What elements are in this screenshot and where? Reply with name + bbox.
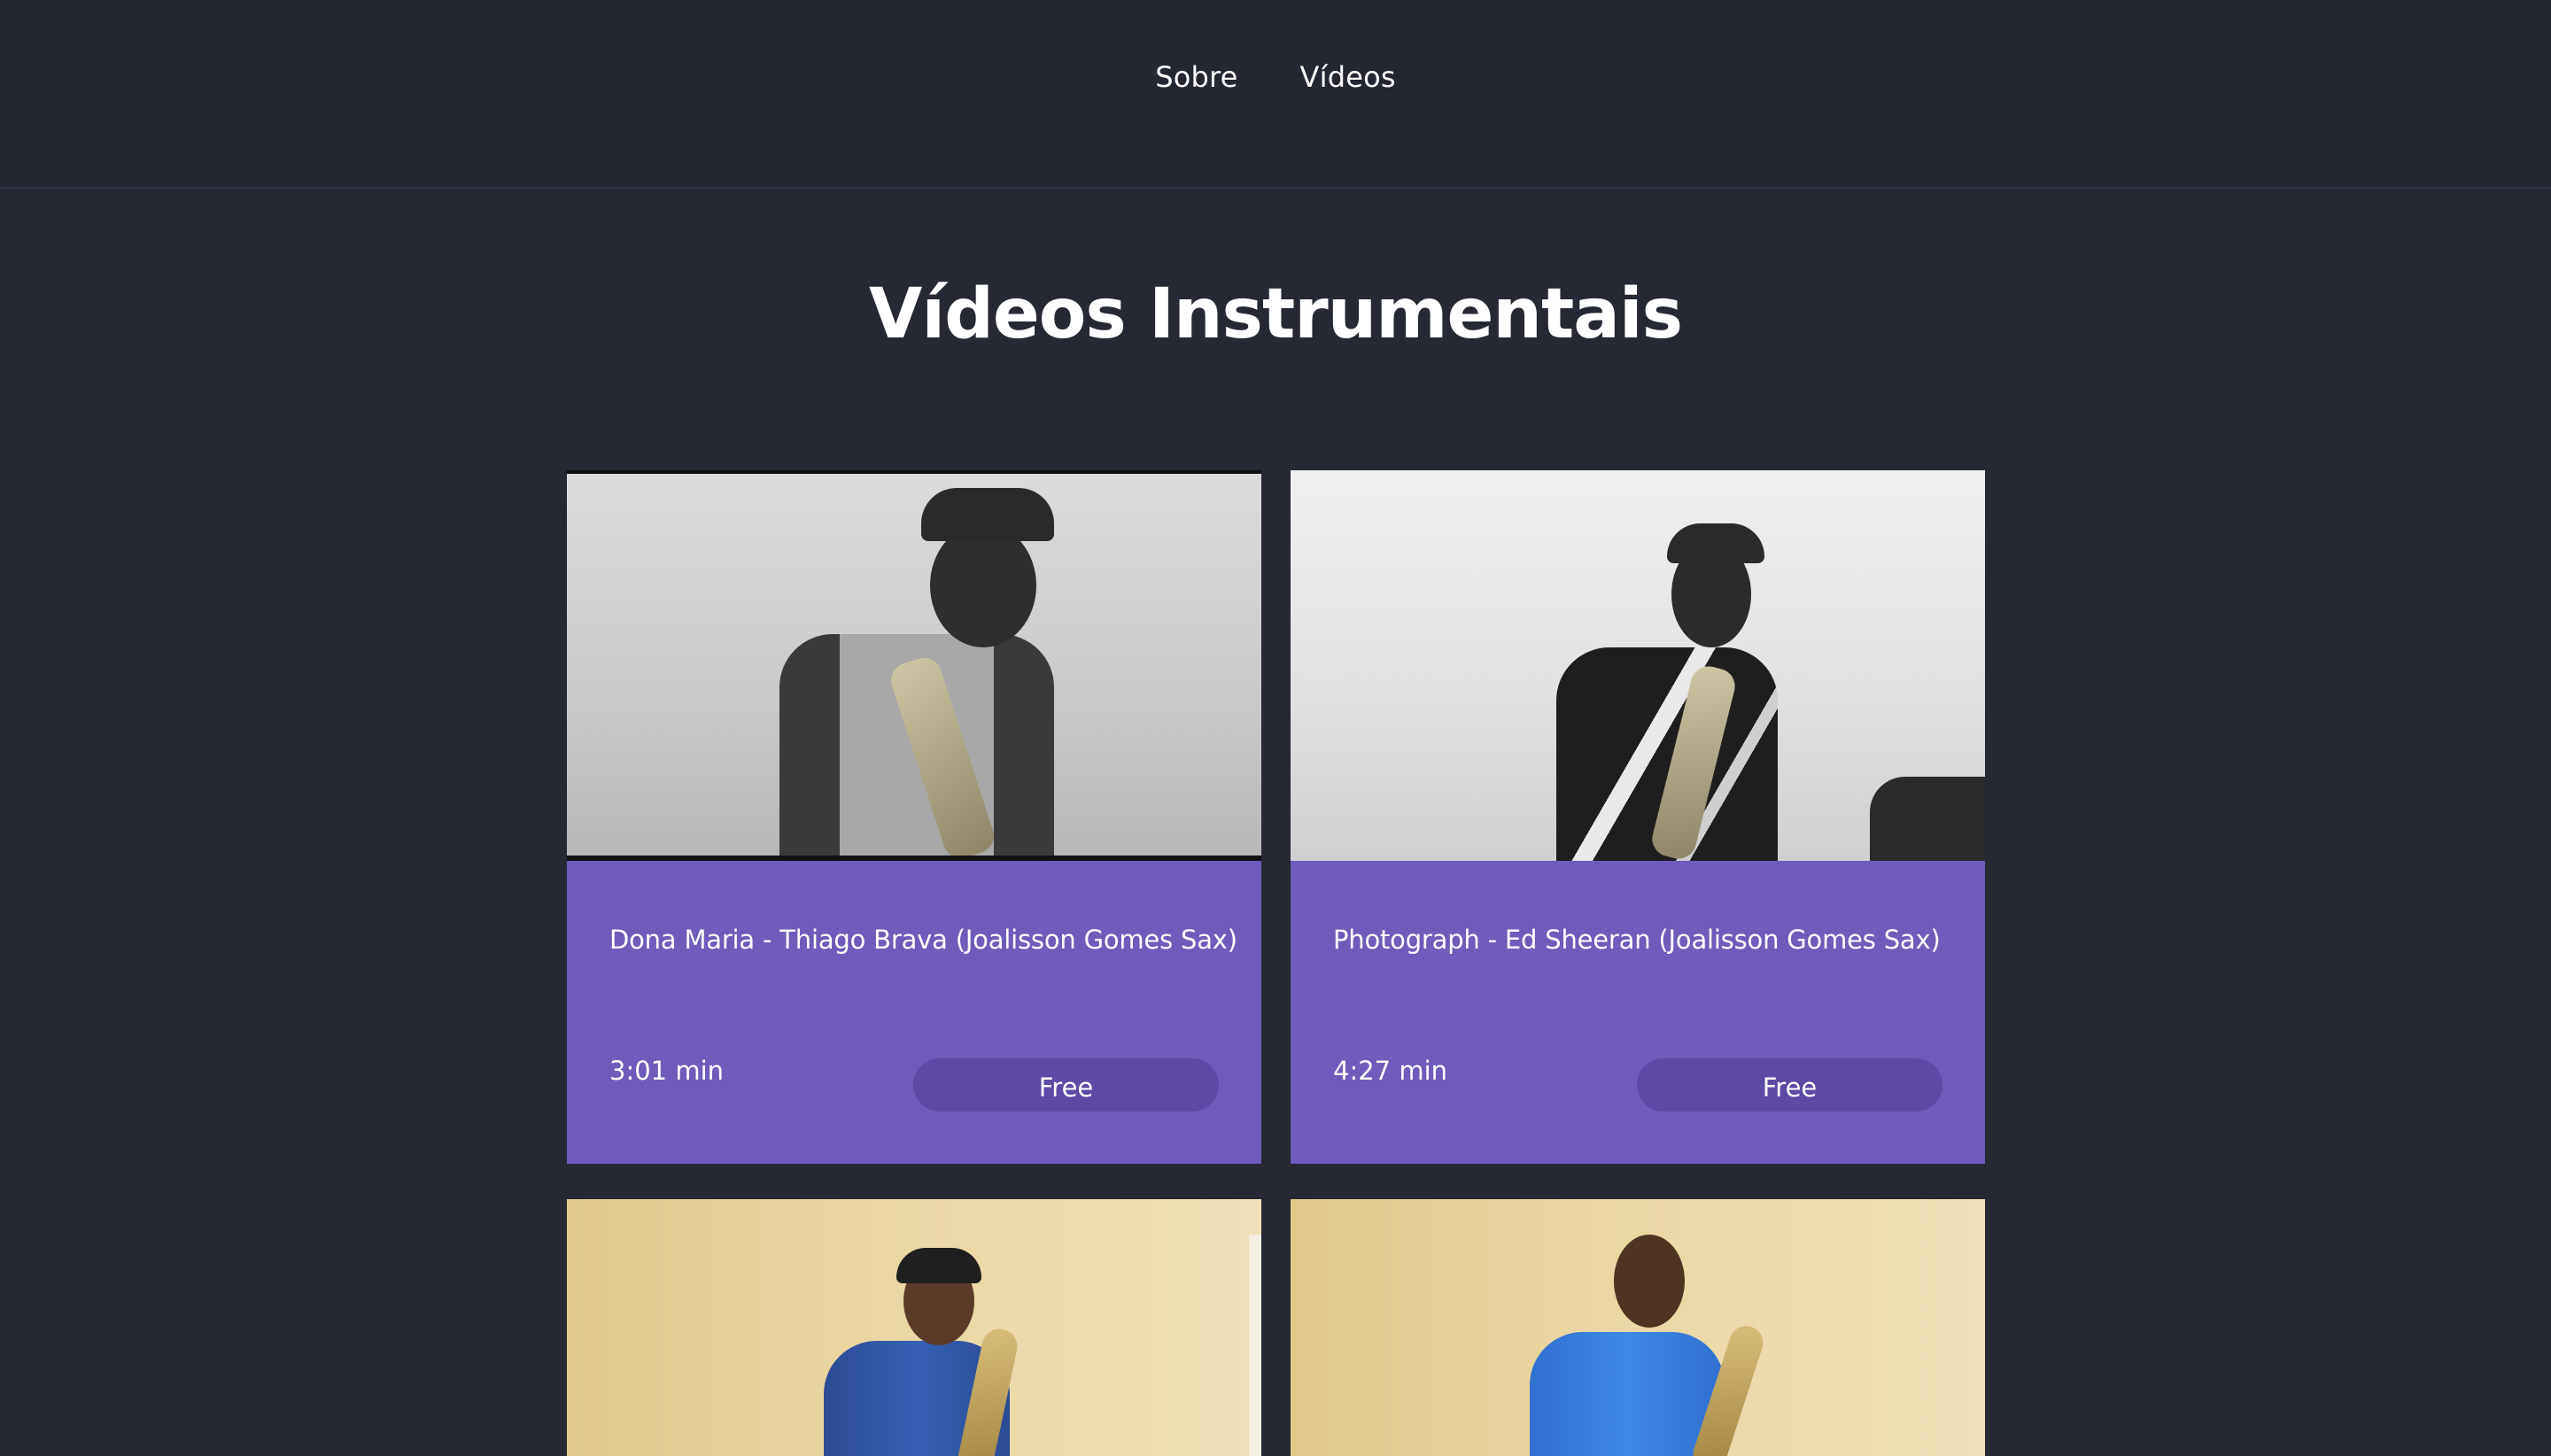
- video-title[interactable]: Photograph - Ed Sheeran (Joalisson Gomes…: [1333, 925, 1942, 955]
- free-button[interactable]: Free: [1637, 1058, 1942, 1111]
- nav-link-sobre[interactable]: Sobre: [1155, 60, 1237, 94]
- video-thumbnail[interactable]: [567, 1199, 1261, 1456]
- cap: [921, 488, 1054, 541]
- video-card[interactable]: [1291, 1199, 1985, 1456]
- performer-head: [1614, 1235, 1685, 1328]
- video-thumbnail[interactable]: [1291, 470, 1985, 861]
- video-grid: Dona Maria - Thiago Brava (Joalisson Gom…: [567, 470, 1985, 1456]
- video-card-body: Photograph - Ed Sheeran (Joalisson Gomes…: [1291, 861, 1985, 1164]
- main-nav: Sobre Vídeos: [1155, 60, 1396, 94]
- video-title[interactable]: Dona Maria - Thiago Brava (Joalisson Gom…: [609, 925, 1237, 955]
- speaker: [1870, 777, 1985, 861]
- performer-head: [930, 523, 1036, 647]
- top-navigation-bar: Sobre Vídeos: [0, 0, 2551, 189]
- video-card[interactable]: [567, 1199, 1261, 1456]
- cap: [1667, 523, 1764, 563]
- performer-figure: [1530, 1332, 1725, 1456]
- free-button[interactable]: Free: [913, 1058, 1219, 1111]
- video-card-body: Dona Maria - Thiago Brava (Joalisson Gom…: [567, 861, 1261, 1164]
- page-title: Vídeos Instrumentais: [868, 275, 1683, 354]
- video-duration: 3:01 min: [609, 1056, 725, 1086]
- nav-link-videos[interactable]: Vídeos: [1300, 60, 1396, 94]
- video-card[interactable]: Photograph - Ed Sheeran (Joalisson Gomes…: [1291, 470, 1985, 1164]
- doorframe: [1249, 1235, 1261, 1456]
- video-duration: 4:27 min: [1333, 1056, 1448, 1086]
- video-card[interactable]: Dona Maria - Thiago Brava (Joalisson Gom…: [567, 470, 1261, 1164]
- video-thumbnail[interactable]: [1291, 1199, 1985, 1456]
- cap: [896, 1248, 981, 1283]
- video-thumbnail[interactable]: [567, 470, 1261, 861]
